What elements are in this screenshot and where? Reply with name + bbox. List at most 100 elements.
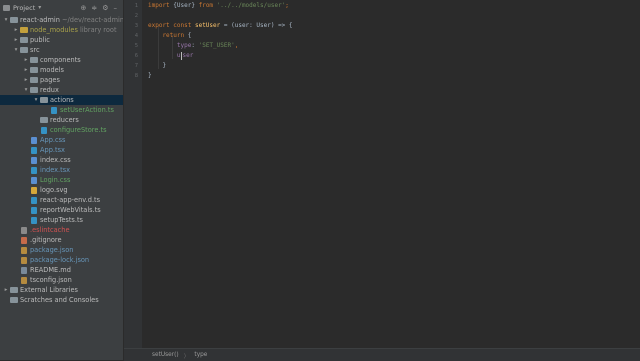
code-token: { (187, 32, 192, 39)
code-line[interactable]: u ser (148, 51, 193, 61)
code-token: ; (285, 2, 289, 9)
code-token: {User} (173, 2, 199, 9)
line-number: 5 (134, 43, 138, 49)
tree-item[interactable]: index.css (0, 155, 123, 165)
chevron-down-icon[interactable]: ▾ (23, 85, 29, 95)
svg-file-icon (31, 187, 37, 194)
code-line[interactable]: return { (148, 31, 191, 41)
chevron-right-icon[interactable]: ▸ (23, 55, 29, 65)
breadcrumb-item-function[interactable]: setUser() (152, 352, 179, 358)
ide-window: Project ▾ ⊕ ≑ ⚙ – ▾ react-admin ~/dev/rea… (0, 0, 640, 361)
folder-icon (10, 17, 18, 23)
tree-item-label: logo.svg (40, 186, 68, 194)
tree-item[interactable]: logo.svg (0, 185, 123, 195)
tree-item[interactable]: .gitignore (0, 235, 123, 245)
tree-item-label: App.tsx (40, 146, 65, 154)
line-number: 8 (134, 73, 138, 79)
tree-item[interactable]: App.css (0, 135, 123, 145)
tree-item[interactable]: .eslintcache (0, 225, 123, 235)
hide-icon[interactable]: – (114, 4, 118, 12)
tree-item[interactable]: react-app-env.d.ts (0, 195, 123, 205)
tree-item[interactable]: ▸ public (0, 35, 123, 45)
project-panel-header[interactable]: Project ▾ ⊕ ≑ ⚙ – (0, 0, 123, 15)
code-line[interactable]: import {User} from '../../models/user'; (148, 1, 289, 11)
code-line[interactable]: } (148, 71, 152, 81)
tree-item[interactable]: tsconfig.json (0, 275, 123, 285)
tree-item-label: reducers (50, 116, 79, 124)
chevron-right-icon[interactable]: ▸ (23, 65, 29, 75)
tree-item-label: models (40, 66, 64, 74)
tree-item[interactable]: README.md (0, 265, 123, 275)
breadcrumb: setUser() 〉 type (124, 348, 640, 361)
tree-item[interactable]: ▾ redux (0, 85, 123, 95)
code-line[interactable]: } (148, 61, 166, 71)
tree-item[interactable]: ▸ models (0, 65, 123, 75)
chevron-right-icon[interactable]: ▸ (13, 35, 19, 45)
gear-icon[interactable]: ⚙ (102, 4, 108, 12)
ts-file-icon (31, 197, 37, 204)
code-token: setUser (194, 22, 221, 29)
folder-icon (30, 67, 38, 73)
tree-item[interactable]: ▸ components (0, 55, 123, 65)
collapse-icon[interactable]: ≑ (91, 4, 97, 12)
code-token: export const (148, 22, 195, 29)
tree-item-label: setUserAction.ts (60, 106, 114, 114)
json-file-icon (21, 247, 27, 254)
tree-item-label: setupTests.ts (40, 216, 83, 224)
tree-item[interactable]: index.tsx (0, 165, 123, 175)
tree-item-label: External Libraries (20, 286, 78, 294)
tree-item[interactable]: configureStore.ts (0, 125, 123, 135)
tree-item[interactable]: ▾ react-admin ~/dev/react-admin (0, 15, 123, 25)
line-number: 3 (134, 23, 138, 29)
chevron-down-icon[interactable]: ▾ (3, 15, 9, 25)
css-file-icon (31, 157, 37, 164)
locate-icon[interactable]: ⊕ (80, 4, 86, 12)
css-file-icon (31, 137, 37, 144)
tree-item[interactable]: App.tsx (0, 145, 123, 155)
chevron-down-icon[interactable]: ▾ (13, 45, 19, 55)
tree-item[interactable]: setupTests.ts (0, 215, 123, 225)
tree-item[interactable]: package.json (0, 245, 123, 255)
code-token: from (198, 2, 217, 9)
tree-item[interactable]: ▾ actions (0, 95, 123, 105)
code-line[interactable]: export const setUser = (user: User) => { (148, 21, 293, 31)
tree-item[interactable]: ▸ pages (0, 75, 123, 85)
tree-item[interactable]: Login.css (0, 175, 123, 185)
tree-item-label: package.json (30, 246, 74, 254)
breadcrumb-item-property[interactable]: type (194, 352, 207, 358)
tsx-file-icon (31, 167, 37, 174)
tree-item[interactable]: package-lock.json (0, 255, 123, 265)
chevron-right-icon[interactable]: ▸ (13, 25, 19, 35)
library-icon (10, 287, 18, 293)
chevron-right-icon[interactable]: ▸ (3, 285, 9, 295)
code-token: , (234, 42, 239, 49)
tree-item[interactable]: setUserAction.ts (0, 105, 123, 115)
tree-item[interactable]: Scratches and Consoles (0, 295, 123, 305)
chevron-down-icon[interactable]: ▾ (38, 4, 41, 11)
tree-item-path: library root (77, 26, 117, 34)
line-number: 4 (134, 33, 138, 39)
tree-item-label: react-admin ~/dev/react-admin (20, 16, 124, 24)
tree-item[interactable]: ▸ node_modules library root (0, 25, 123, 35)
project-tree: ▾ react-admin ~/dev/react-admin ▸ node_modu… (0, 15, 123, 305)
tree-item-label: components (40, 56, 81, 64)
tree-item[interactable]: reducers (0, 115, 123, 125)
folder-icon (40, 97, 48, 103)
tree-item[interactable]: ▸ External Libraries (0, 285, 123, 295)
tree-item-label: redux (40, 86, 59, 94)
ts-file-icon (51, 107, 57, 114)
tree-item[interactable]: reportWebVitals.ts (0, 205, 123, 215)
scratches-icon (10, 297, 18, 303)
tree-item[interactable]: ▾ src (0, 45, 123, 55)
tree-item-label: pages (40, 76, 60, 84)
md-file-icon (21, 267, 27, 274)
code-line[interactable]: type: 'SET_USER', (148, 41, 238, 51)
tree-item-label: node_modules library root (30, 26, 117, 34)
editor-gutter: 1 2 3 4 5 6 7 8 (124, 0, 142, 360)
tree-item-label: .eslintcache (30, 226, 70, 234)
chevron-right-icon[interactable]: ▸ (23, 75, 29, 85)
code-editor[interactable]: import {User} from '../../models/user'; e… (142, 0, 640, 348)
chevron-down-icon[interactable]: ▾ (33, 95, 39, 105)
code-token: : (191, 42, 199, 49)
project-view-label[interactable]: Project (13, 4, 35, 12)
